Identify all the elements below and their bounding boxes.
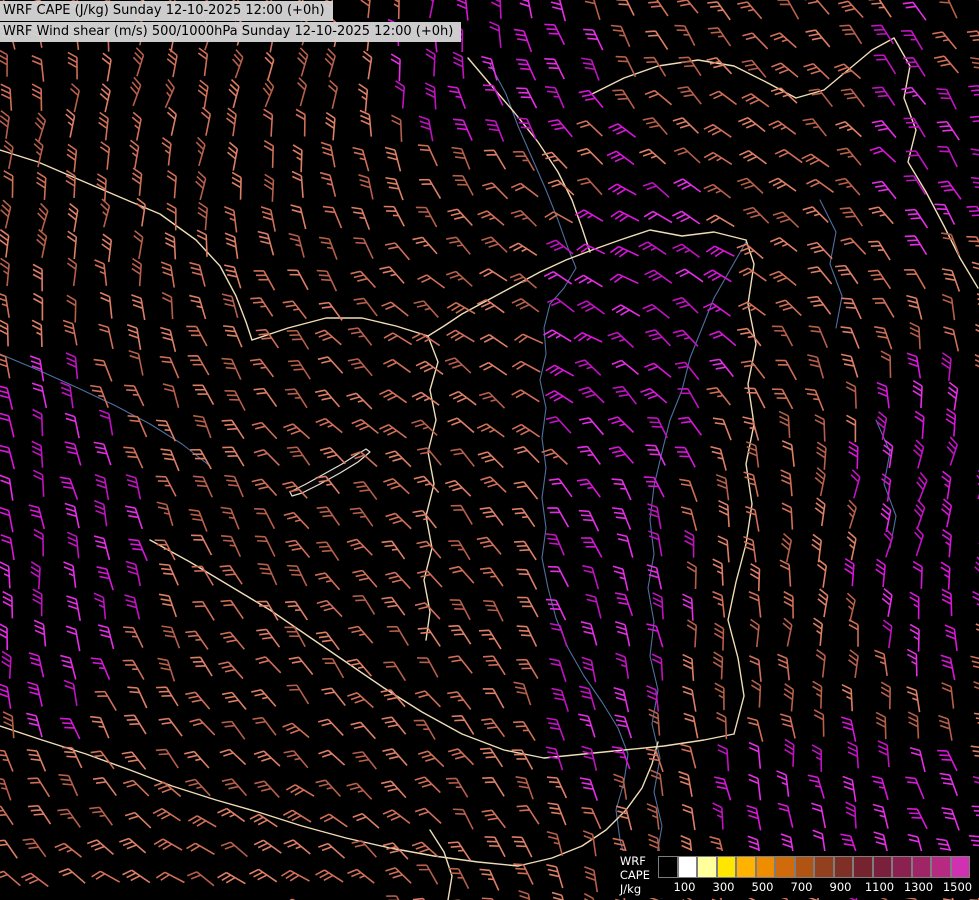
legend-swatch-0: [658, 856, 678, 878]
legend-tick: 500: [751, 880, 774, 894]
legend-swatch-14: [931, 856, 951, 878]
legend-tick: 1500: [942, 880, 973, 894]
legend-swatch-12: [892, 856, 912, 878]
legend-tick: 1100: [864, 880, 895, 894]
cape-legend: WRF CAPE J/kg 100 300 500 700 900 1100 1…: [609, 851, 979, 898]
legend-color-scale: 100 300 500 700 900 1100 1300 1500: [658, 856, 977, 894]
legend-swatch-15: [950, 856, 970, 878]
legend-swatch-9: [833, 856, 853, 878]
legend-title-line1: WRF: [619, 854, 646, 868]
legend-swatch-4: [736, 856, 756, 878]
legend-tick: 900: [829, 880, 852, 894]
legend-title: WRF CAPE J/kg: [620, 854, 650, 896]
legend-swatch-13: [911, 856, 931, 878]
legend-swatch-3: [716, 856, 736, 878]
map-header: WRF CAPE (J/kg) Sunday 12-10-2025 12:00 …: [0, 1, 462, 43]
legend-tick: 700: [790, 880, 813, 894]
legend-title-line2: CAPE: [619, 868, 650, 882]
legend-swatch-7: [794, 856, 814, 878]
legend-swatch-2: [697, 856, 717, 878]
legend-swatch-11: [872, 856, 892, 878]
title-wind-shear: WRF Wind shear (m/s) 500/1000hPa Sunday …: [0, 22, 462, 42]
legend-tick: 1300: [903, 880, 934, 894]
legend-tick-labels: 100 300 500 700 900 1100 1300 1500: [658, 878, 977, 894]
weather-map-viewport: WRF CAPE (J/kg) Sunday 12-10-2025 12:00 …: [0, 0, 979, 900]
legend-tick: 100: [673, 880, 696, 894]
legend-tick: 300: [712, 880, 735, 894]
legend-swatch-6: [775, 856, 795, 878]
legend-swatch-5: [755, 856, 775, 878]
map-background: [0, 0, 979, 900]
legend-swatch-10: [853, 856, 873, 878]
legend-title-line3: J/kg: [619, 882, 642, 896]
legend-swatch-8: [814, 856, 834, 878]
title-cape: WRF CAPE (J/kg) Sunday 12-10-2025 12:00 …: [0, 1, 333, 21]
legend-swatch-1: [677, 856, 697, 878]
weather-map-canvas: [0, 0, 979, 900]
legend-swatches: [658, 856, 977, 878]
